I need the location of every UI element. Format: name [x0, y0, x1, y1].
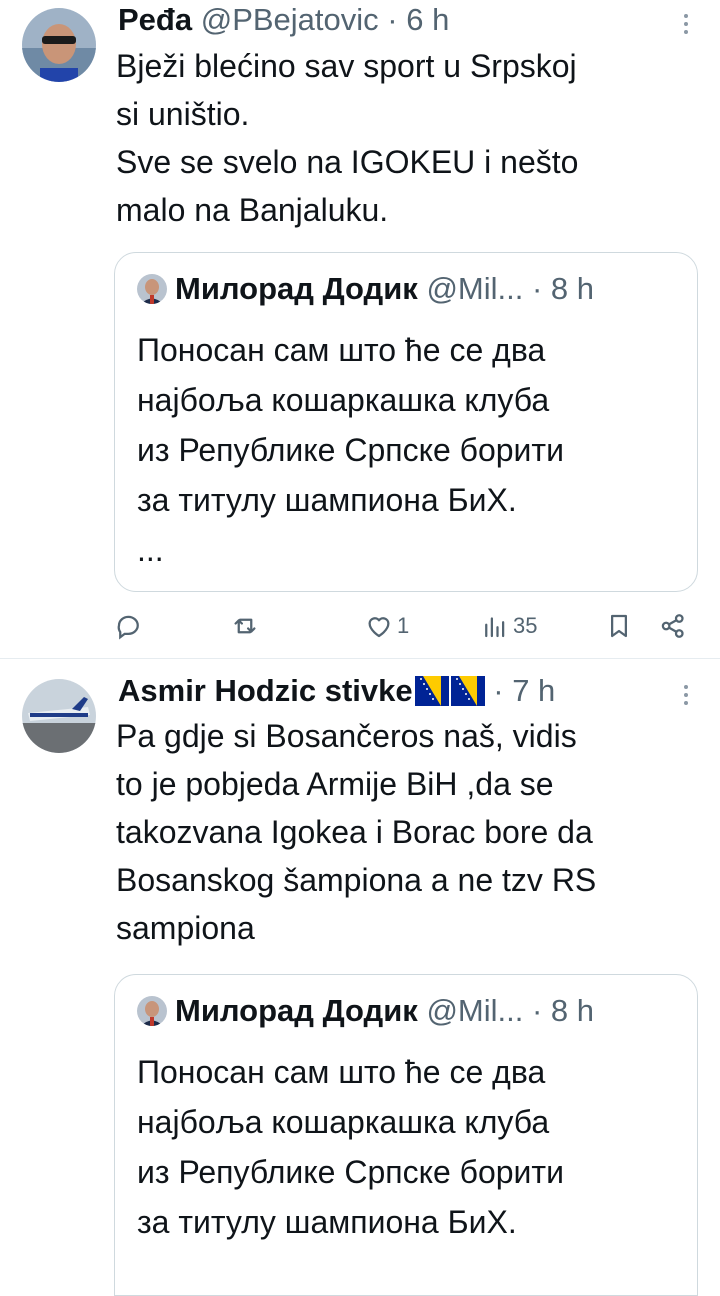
- quote-text-line: из Републике Српске борити: [137, 432, 564, 468]
- separator-dot: ·: [493, 673, 504, 708]
- share-icon: [661, 614, 684, 638]
- quoted-tweet[interactable]: Милорад Додик @Mil... · 8 h Поносан сам …: [114, 974, 698, 1296]
- quote-text-line: Поносан сам што ће се два: [137, 1054, 546, 1090]
- tweet-header: Asmir Hodzic stivke · 7 h: [118, 671, 700, 711]
- retweet-button[interactable]: [230, 604, 263, 648]
- views-count: 35: [513, 613, 538, 638]
- tweet-text: Pa gdje si Bosančeros naš, vidis to je p…: [116, 712, 706, 952]
- tweet-text-line: si uništio.: [116, 96, 250, 132]
- tweet-1[interactable]: Peđa @PBejatovic · 6 h Bježi blećino sav…: [0, 0, 720, 660]
- retweet-icon: [234, 618, 256, 634]
- reply-button[interactable]: [114, 604, 147, 648]
- author-name[interactable]: Peđa: [118, 2, 192, 37]
- tweet-text-line: Bježi blećino sav sport u Srpskoj: [116, 48, 577, 84]
- bosnia-flag-icon: [414, 676, 449, 706]
- quote-header: Милорад Додик @Mil... · 8 h: [137, 991, 594, 1031]
- tweet-text: Bježi blećino sav sport u Srpskoj si uni…: [116, 42, 706, 234]
- avatar[interactable]: [22, 679, 96, 753]
- tweet-2[interactable]: Asmir Hodzic stivke · 7 h Pa gdje si Bos…: [0, 661, 720, 1296]
- separator-dot: ·: [531, 993, 543, 1028]
- quote-text-line: најбоља кошаркашка клуба: [137, 382, 550, 418]
- bosnia-flag-icon: [450, 676, 485, 706]
- quote-text-line: за титулу шампиона БиХ.: [137, 1204, 517, 1240]
- action-bar: 1 35: [114, 604, 704, 648]
- quote-text: Поносан сам што ће се два најбоља кошарк…: [137, 1047, 677, 1247]
- separator-dot: ·: [531, 271, 543, 306]
- quote-author-name: Милорад Додик: [175, 993, 418, 1028]
- tweet-text-line: malo na Banjaluku.: [116, 192, 389, 228]
- tweet-text-line: Sve se svelo na IGOKEU i nešto: [116, 144, 579, 180]
- bookmark-icon: [611, 614, 627, 638]
- quote-timestamp: 8 h: [550, 993, 595, 1028]
- author-handle[interactable]: @PBejatovic: [201, 2, 379, 37]
- more-options-icon[interactable]: [684, 685, 690, 709]
- tweet-text-line: Pa gdje si Bosančeros naš, vidis: [116, 718, 577, 754]
- divider: [0, 658, 720, 659]
- like-count: 1: [397, 613, 410, 638]
- quoted-tweet[interactable]: Милорад Додик @Mil... · 8 h Поносан сам …: [114, 252, 698, 592]
- quote-author-handle: @Mil...: [426, 993, 524, 1028]
- more-options-icon[interactable]: [684, 14, 690, 38]
- tweet-text-line: Bosanskog šampiona a ne tzv RS: [116, 862, 597, 898]
- avatar-image: [22, 679, 96, 753]
- avatar-image: [22, 8, 96, 82]
- author-name[interactable]: Asmir Hodzic stivke: [118, 673, 413, 708]
- views-icon: [485, 617, 505, 638]
- quote-header: Милорад Додик @Mil... · 8 h: [137, 269, 594, 309]
- timestamp[interactable]: 6 h: [406, 2, 449, 37]
- quote-author-handle: @Mil...: [426, 271, 524, 306]
- avatar[interactable]: [22, 8, 96, 82]
- share-button[interactable]: [658, 604, 688, 648]
- bookmark-button[interactable]: [604, 604, 634, 648]
- quote-text-line: Поносан сам што ће се два: [137, 332, 546, 368]
- quote-text-line: најбоља кошаркашка клуба: [137, 1104, 550, 1140]
- quote-text-line: из Републике Српске борити: [137, 1154, 564, 1190]
- tweet-text-line: to je pobjeda Armije BiH ,da se: [116, 766, 554, 802]
- like-button[interactable]: 1: [364, 604, 409, 648]
- separator-dot: ·: [387, 2, 398, 37]
- quote-author-name: Милорад Додик: [175, 271, 418, 306]
- quote-avatar: [137, 274, 167, 304]
- timestamp[interactable]: 7 h: [512, 673, 555, 708]
- views-button[interactable]: 35: [480, 604, 537, 648]
- quote-text-line: ...: [137, 532, 164, 568]
- quote-text: Поносан сам што ће се два најбоља кошарк…: [137, 325, 677, 575]
- reply-icon: [117, 615, 139, 640]
- tweet-text-line: sampiona: [116, 910, 255, 946]
- quote-timestamp: 8 h: [550, 271, 595, 306]
- tweet-header: Peđa @PBejatovic · 6 h: [118, 0, 700, 40]
- quote-text-line: за титулу шампиона БиХ.: [137, 482, 517, 518]
- heart-icon: [368, 617, 390, 638]
- quote-avatar: [137, 996, 167, 1026]
- tweet-text-line: takozvana Igokea i Borac bore da: [116, 814, 593, 850]
